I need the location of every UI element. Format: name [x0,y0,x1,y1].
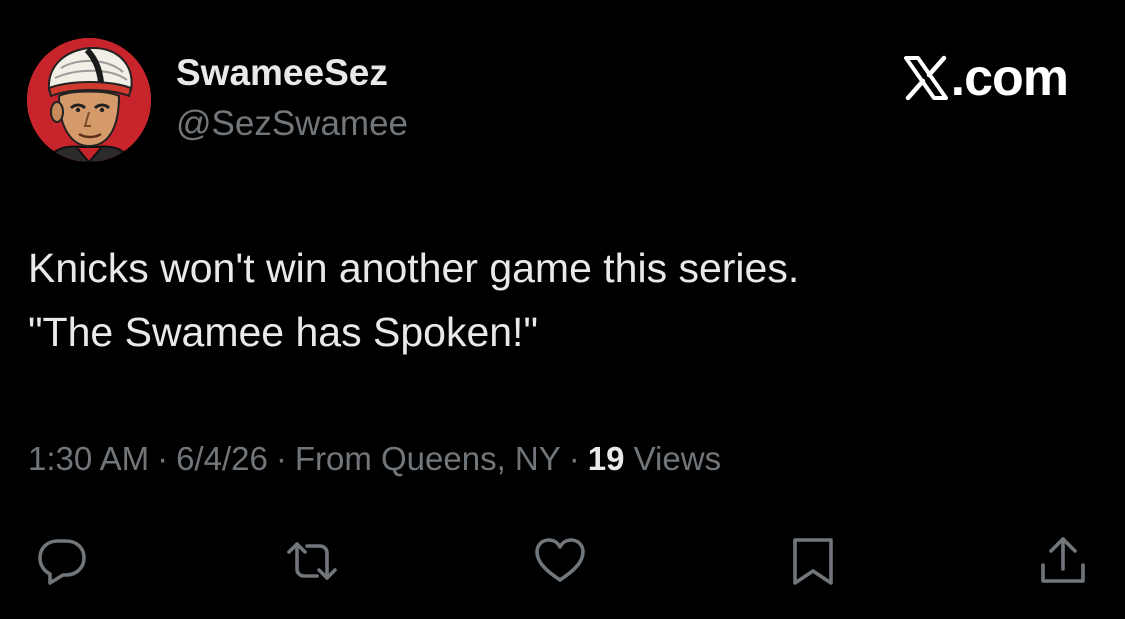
meta-separator: · [568,440,580,477]
meta-separator: · [157,440,169,477]
brand-domain-text: .com [950,49,1069,107]
tweet-line: Knicks won't win another game this serie… [28,245,800,291]
display-name[interactable]: SwameeSez [176,52,388,94]
avatar[interactable] [27,38,151,162]
retweet-icon [287,542,337,580]
views-label[interactable]: Views [634,440,721,477]
tweet-date[interactable]: 6/4/26 [176,440,268,477]
user-handle[interactable]: @SezSwamee [176,104,408,144]
like-button[interactable] [532,533,588,589]
tweet-body: Knicks won't win another game this serie… [28,236,1088,364]
meta-separator: · [275,440,287,477]
heart-icon [535,538,585,582]
tweet-meta: 1:30 AM · 6/4/26 · From Queens, NY · 19 Views [28,440,721,478]
avatar-illustration [27,38,151,162]
tweet-line: "The Swamee has Spoken!" [28,309,538,355]
share-icon [1041,537,1085,583]
reply-icon [38,539,86,585]
bookmark-button[interactable] [785,533,841,589]
x-logo-icon [903,55,948,101]
brand-watermark: .com [903,48,1069,108]
tweet-time[interactable]: 1:30 AM [28,440,149,477]
bookmark-icon [793,538,833,585]
share-button[interactable] [1035,533,1091,589]
views-count[interactable]: 19 [588,440,625,477]
tweet-location: From Queens, NY [294,440,561,477]
retweet-button[interactable] [284,533,340,589]
reply-button[interactable] [34,533,90,589]
